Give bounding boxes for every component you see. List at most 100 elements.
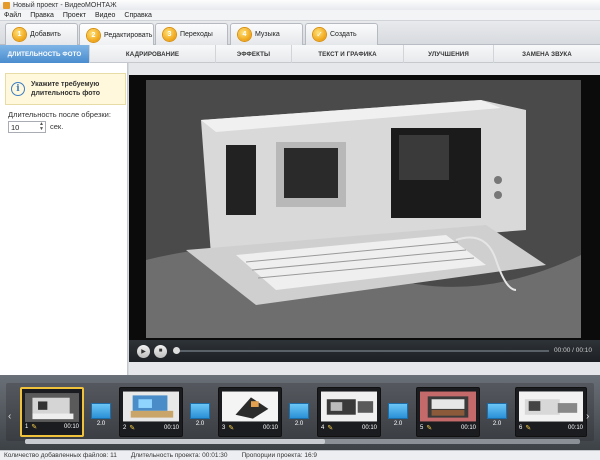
transition-duration: 2.0 [393,421,403,427]
clip-number: 5 [420,425,424,431]
status-bar: Количество добавленных файлов: 11 Длител… [0,450,600,460]
info-icon: i [11,82,25,96]
playback-time: 00:00 / 00:10 [554,347,592,354]
transition-item[interactable]: 2.0 [91,403,111,431]
transition-item[interactable]: 2.0 [487,403,507,431]
subtab-enhance[interactable]: УЛУЧШЕНИЯ [404,45,494,63]
timeline-clip[interactable]: 2 ✎ 00:10 [119,387,183,437]
edit-pencil-icon[interactable]: ✎ [228,424,234,432]
preview-area: ▶ ■ 00:00 / 00:10 [129,63,600,375]
step-badge: 1 [13,28,26,41]
tab-create[interactable]: ✓ Создать [305,23,378,45]
tab-label: Создать [330,31,357,38]
transition-item[interactable]: 2.0 [289,403,309,431]
preview-frame [129,75,600,340]
edit-pencil-icon[interactable]: ✎ [327,424,333,432]
clip-thumbnail [519,391,583,422]
edit-pencil-icon[interactable]: ✎ [31,423,37,431]
transition-duration: 2.0 [492,421,502,427]
transition-icon [91,403,111,419]
status-project-duration: Длительность проекта: 00:01:30 [130,452,228,459]
timeline-clip[interactable]: 5 ✎ 00:10 [416,387,480,437]
status-file-count: Количество добавленных файлов: 11 [4,452,117,459]
title-bar: Новый проект - ВидеоМОНТАЖ [0,0,600,10]
tab-label: Редактировать [104,31,153,39]
clip-thumbnail [321,391,377,422]
tab-label: Добавить [30,31,61,38]
app-icon [3,1,10,9]
transition-duration: 2.0 [195,421,205,427]
duration-unit: сек. [50,122,64,131]
menu-video[interactable]: Видео [95,12,115,19]
duration-stepper[interactable]: 10 ▲ ▼ [8,121,46,133]
tab-transitions[interactable]: 3 Переходы [155,23,228,45]
transition-icon [487,403,507,419]
tab-edit[interactable]: 2 Редактировать [79,23,154,46]
tab-label: Музыка [255,31,280,38]
step-badge: 3 [163,28,176,41]
player-controls: ▶ ■ 00:00 / 00:10 [129,340,600,362]
clip-thumbnail [222,391,278,422]
scroll-left-icon[interactable]: ‹ [8,411,16,425]
tab-add[interactable]: 1 Добавить [5,23,78,45]
subtab-effects[interactable]: ЭФФЕКТЫ [216,45,292,63]
step-badge: 4 [238,28,251,41]
play-button[interactable]: ▶ [137,344,150,358]
transition-icon [388,403,408,419]
scrollbar-thumb[interactable] [25,439,325,444]
tab-music[interactable]: 4 Музыка [230,23,303,45]
timeline-scrollbar[interactable] [25,439,580,444]
seek-handle[interactable] [173,347,180,354]
subtab-photo-duration[interactable]: ДЛИТЕЛЬНОСТЬ ФОТО [0,45,90,68]
timeline-clip[interactable]: 3 ✎ 00:10 [218,387,282,437]
transition-icon [289,403,309,419]
info-line-1: Укажите требуемую [31,81,100,88]
scroll-right-icon[interactable]: › [586,411,594,425]
edit-pencil-icon[interactable]: ✎ [129,424,135,432]
menu-help[interactable]: Справка [124,12,151,19]
subtab-crop[interactable]: КАДРИРОВАНИЕ [90,45,216,63]
timeline-clip[interactable]: 1 ✎ 00:10 [20,387,84,437]
clip-number: 2 [123,425,127,431]
settings-panel: i Укажите требуемую длительность фото Дл… [0,63,128,375]
clip-number: 1 [25,424,29,430]
clip-duration: 00:10 [460,425,476,431]
computer-photo-image [146,80,581,338]
duration-label: Длительность после обрезки: [8,110,111,119]
menu-file[interactable]: Файл [4,12,21,19]
timeline-clip[interactable]: 6 ✎ 00:10 [515,387,587,437]
menu-edit[interactable]: Правка [30,12,54,19]
transition-icon [190,403,210,419]
info-box: i Укажите требуемую длительность фото [5,73,126,105]
seek-track[interactable] [176,350,549,352]
clip-duration: 00:10 [567,425,583,431]
stop-button[interactable]: ■ [154,344,167,358]
clip-number: 6 [519,425,523,431]
duration-value: 10 [11,122,20,132]
subtab-replace-audio[interactable]: ЗАМЕНА ЗВУКА [494,45,600,63]
clip-duration: 00:10 [262,425,278,431]
info-line-2: длительность фото [31,90,100,97]
status-aspect-ratio: Пропорции проекта: 16:9 [241,452,317,459]
edit-pencil-icon[interactable]: ✎ [426,424,432,432]
edit-pencil-icon[interactable]: ✎ [525,424,531,432]
transition-item[interactable]: 2.0 [388,403,408,431]
transition-item[interactable]: 2.0 [190,403,210,431]
spinner-arrows-icon[interactable]: ▲ ▼ [39,122,44,132]
menu-bar: Файл Правка Проект Видео Справка [0,10,600,21]
timeline-panel: ‹ 1 ✎ 00:10 2.0 2 ✎ 00:10 2.0 3 ✎ 00:10 2.0 4 ✎ [0,375,600,450]
clip-number: 3 [222,425,226,431]
menu-project[interactable]: Проект [63,12,86,19]
edit-subtabs: ДЛИТЕЛЬНОСТЬ ФОТО КАДРИРОВАНИЕ ЭФФЕКТЫ Т… [0,45,600,68]
clip-duration: 00:10 [63,424,79,430]
transition-duration: 2.0 [96,421,106,427]
main-tabs: 1 Добавить 2 Редактировать 3 Переходы 4 … [0,21,600,46]
preview-photo [146,80,581,338]
tab-label: Переходы [180,31,213,38]
clip-duration: 00:10 [163,425,179,431]
timeline-clip[interactable]: 4 ✎ 00:10 [317,387,381,437]
subtab-text-graphics[interactable]: ТЕКСТ И ГРАФИКА [292,45,404,63]
clip-thumbnail [420,391,476,422]
clip-thumbnail [25,392,79,423]
storyboard-strip: ‹ 1 ✎ 00:10 2.0 2 ✎ 00:10 2.0 3 ✎ 00:10 2.0 4 ✎ [6,383,594,441]
